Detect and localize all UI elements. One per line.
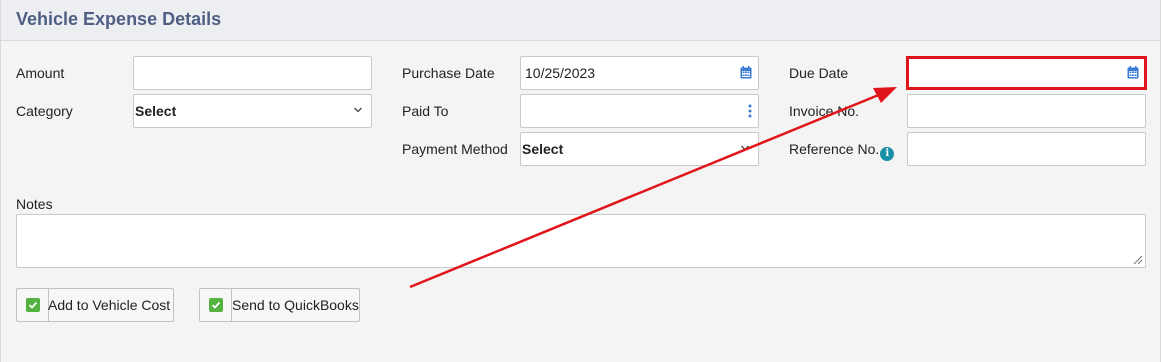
- notes-textarea[interactable]: [16, 214, 1146, 268]
- invoice-no-input[interactable]: [907, 94, 1146, 128]
- purchase-date-input[interactable]: 10/25/2023: [520, 56, 759, 90]
- category-label: Category: [16, 103, 73, 119]
- purchase-date-label: Purchase Date: [402, 65, 495, 81]
- category-value: Select: [135, 103, 177, 119]
- invoice-no-label: Invoice No.: [789, 103, 860, 119]
- amount-label: Amount: [16, 65, 65, 81]
- check-icon: [209, 298, 223, 312]
- reference-no-label: Reference No. i: [789, 141, 895, 161]
- reference-no-label-text: Reference No.: [789, 141, 880, 157]
- payment-method-value: Select: [522, 141, 564, 157]
- purchase-date-value: 10/25/2023: [525, 65, 596, 81]
- resize-handle-icon[interactable]: [1133, 255, 1143, 265]
- more-vertical-icon[interactable]: [748, 104, 752, 118]
- payment-method-select[interactable]: Select: [520, 132, 759, 166]
- due-date-input[interactable]: [907, 56, 1146, 90]
- panel-header: Vehicle Expense Details: [1, 0, 1160, 41]
- paid-to-label: Paid To: [402, 103, 449, 119]
- category-select[interactable]: Select: [133, 94, 372, 128]
- vehicle-expense-panel: Vehicle Expense Details Amount Category …: [0, 0, 1161, 362]
- paid-to-input[interactable]: [520, 94, 759, 128]
- amount-input[interactable]: [133, 56, 372, 90]
- send-to-quickbooks-label: Send to QuickBooks: [232, 297, 359, 313]
- add-to-vehicle-cost-label: Add to Vehicle Cost: [48, 297, 171, 313]
- add-to-vehicle-cost-toggle[interactable]: Add to Vehicle Cost: [16, 288, 174, 322]
- check-icon: [26, 298, 40, 312]
- annotation-arrow: [409, 87, 897, 289]
- due-date-label: Due Date: [789, 65, 849, 81]
- calendar-icon[interactable]: [1127, 66, 1139, 79]
- notes-label: Notes: [16, 196, 53, 212]
- panel-title: Vehicle Expense Details: [16, 9, 222, 29]
- payment-method-label: Payment Method: [402, 141, 508, 157]
- reference-no-input[interactable]: [907, 132, 1146, 166]
- chevron-down-icon: [354, 107, 362, 113]
- send-to-quickbooks-toggle[interactable]: Send to QuickBooks: [199, 288, 360, 322]
- info-icon[interactable]: i: [880, 147, 895, 161]
- chevron-down-icon: [741, 145, 749, 151]
- calendar-icon[interactable]: [740, 66, 752, 79]
